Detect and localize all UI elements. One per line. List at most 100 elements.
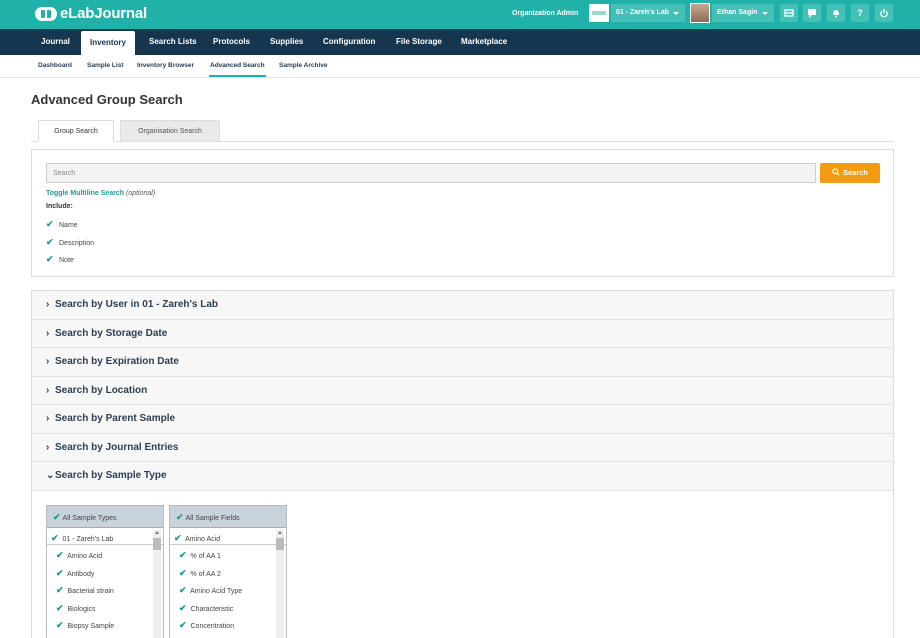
section-search-by-storage-date[interactable]: › Search by Storage Date [32,319,893,348]
help-icon[interactable]: ? [851,4,869,22]
search-input[interactable]: Search [46,163,816,183]
subnav-sample-archive[interactable]: Sample Archive [279,62,328,69]
include-note-label: Note [59,257,74,264]
check-icon: ✔ [53,511,61,522]
subnav-dashboard[interactable]: Dashboard [38,62,72,69]
section-title: Search by Storage Date [55,327,168,339]
lab-selector[interactable]: 01 - Zareh's Lab [611,4,685,22]
tree-group-label: Amino Acid [185,535,221,543]
toggle-multiline-search-link[interactable]: Toggle Multiline Search [46,190,124,197]
include-name-label: Name [59,222,78,229]
include-description-label: Description [59,240,95,247]
nav-inventory[interactable]: Inventory [81,31,135,55]
check-icon: ✔ [56,585,64,595]
nav-file-storage[interactable]: File Storage [396,29,442,55]
user-name: Ethan Sagin [717,9,758,16]
section-search-by-user[interactable]: › Search by User in 01 - Zareh's Lab [32,291,893,320]
lab-logo [589,4,609,22]
include-description-checkbox[interactable]: ✔ Description [46,237,94,247]
search-criteria-accordion: › Search by User in 01 - Zareh's Lab › Sea… [31,290,894,638]
check-icon: ✔ [56,550,64,560]
tree-item-label: Bacterial strain [67,588,114,595]
chevron-right-icon: › [46,356,50,367]
section-search-by-parent-sample[interactable]: › Search by Parent Sample [32,405,893,434]
tree-item-label: Antibody [67,570,95,578]
chevron-right-icon: › [46,441,50,453]
tab-organisation-search[interactable]: Organisation Search [120,120,220,142]
scrollbar[interactable] [276,529,284,638]
all-sample-types-checkbox[interactable]: ✔ All Sample Types [47,505,163,528]
tree-item-label: Biologics [67,605,96,613]
chevron-down-icon [762,12,768,15]
search-icon [832,168,840,176]
toggle-multiline: Toggle Multiline Search (optional) [46,190,155,197]
tree-item[interactable]: ✔ % of AA 1 [170,545,286,563]
check-icon: ✔ [46,254,54,264]
top-bar: eLabJournal Organization Admin 01 - Zare… [0,0,920,29]
search-button-label: Search [842,168,869,177]
tab-divider [31,141,894,142]
tree-item[interactable]: ✔ Bacterial strain [47,580,163,598]
tree-item-label: Concentration [190,623,235,630]
avatar[interactable] [690,3,710,23]
tree-item[interactable]: ✔ % of AA 2 [170,563,286,581]
section-search-by-sample-type[interactable]: ⌄Search by Sample Type [32,462,893,491]
nav-marketplace[interactable]: Marketplace [461,29,507,55]
user-menu[interactable]: Ethan Sagin [712,4,774,22]
tree-item-label: % of AA 2 [190,570,221,578]
tree-item[interactable]: ✔ Amino Acid Type [170,580,286,598]
main-nav: Journal Inventory Search Lists Protocols… [0,29,920,55]
power-icon[interactable] [875,4,893,22]
tree-item-label: Characteristic [190,605,234,613]
tree-group-label: 01 - Zareh's Lab [62,535,114,543]
section-title: Search by Parent Sample [55,413,176,424]
tree-item[interactable]: ✔ Concentration [170,615,286,633]
subnav-advanced-search[interactable]: Advanced Search [210,62,265,69]
organization-admin-link[interactable]: Organization Admin [512,10,578,17]
tree-item[interactable]: ✔ Biologics [47,598,163,616]
sample-types-tree: ✔ All Sample Types ✔ 01 - Zareh's Lab ✔ A… [46,504,164,638]
all-sample-fields-checkbox[interactable]: ✔ All Sample Fields [170,505,286,528]
tree-item[interactable]: ✔ Amino Acid [47,545,163,563]
toggle-optional-hint: (optional) [126,190,156,197]
section-search-by-journal-entries[interactable]: › Search by Journal Entries [32,433,893,462]
nav-journal[interactable]: Journal [41,29,70,55]
tree-header-label: All Sample Types [62,514,117,522]
tree-group-row[interactable]: ✔ Amino Acid [170,528,286,545]
nav-configuration[interactable]: Configuration [323,29,375,55]
nav-protocols[interactable]: Protocols [213,29,250,55]
app-logo[interactable]: eLabJournal [35,5,147,22]
bell-icon[interactable] [827,4,845,22]
subnav-sample-list[interactable]: Sample List [87,62,123,69]
sample-type-section-body: ✔ All Sample Types ✔ 01 - Zareh's Lab ✔ A… [32,490,893,638]
section-title: Search by User in 01 - Zareh's Lab [55,299,218,310]
check-icon: ✔ [51,532,59,543]
scroll-up-icon [278,530,282,534]
section-title: Search by Location [55,384,148,396]
section-search-by-expiration-date[interactable]: › Search by Expiration Date [32,348,893,377]
tree-item-label: Amino Acid Type [190,588,243,595]
nav-search-lists[interactable]: Search Lists [149,29,197,55]
chat-icon[interactable] [803,4,821,22]
tree-group-row[interactable]: ✔ 01 - Zareh's Lab [47,528,163,545]
tab-group-search[interactable]: Group Search [38,120,114,142]
scrollbar-thumb[interactable] [276,537,284,550]
section-title: Search by Journal Entries [55,441,179,453]
check-icon: ✔ [46,219,54,229]
tree-item[interactable]: ✔ Characteristic [170,598,286,616]
nav-supplies[interactable]: Supplies [270,29,303,55]
include-name-checkbox[interactable]: ✔ Name [46,219,78,229]
section-search-by-location[interactable]: › Search by Location [32,376,893,405]
inbox-icon[interactable] [780,4,798,22]
tree-item[interactable]: ✔ Antibody [47,563,163,581]
subnav-inventory-browser[interactable]: Inventory Browser [137,62,194,69]
scrollbar[interactable] [153,529,161,638]
chevron-right-icon: › [46,413,50,424]
chevron-right-icon: › [46,327,50,339]
include-note-checkbox[interactable]: ✔ Note [46,254,74,264]
section-title: Search by Sample Type [55,470,167,481]
tree-item[interactable]: ✔ Biopsy Sample [47,615,163,633]
chevron-right-icon: › [46,299,50,310]
search-button[interactable]: Search [820,163,880,183]
scrollbar-thumb[interactable] [153,537,161,550]
